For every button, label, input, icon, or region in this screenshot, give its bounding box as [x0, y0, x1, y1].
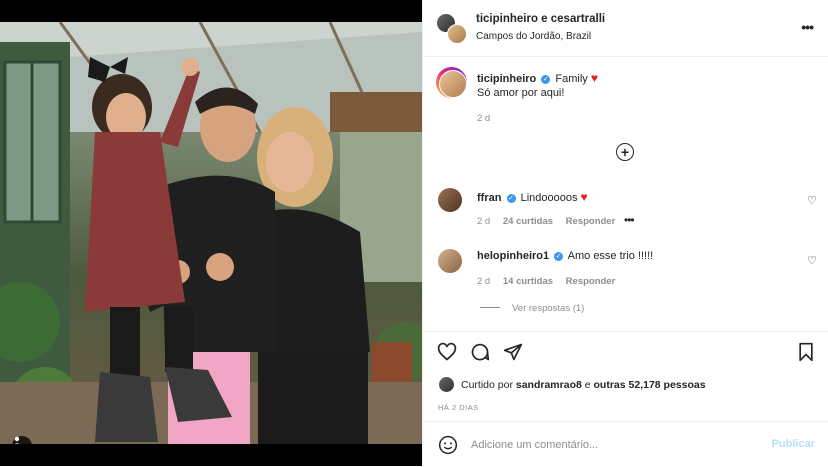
- view-replies-label: Ver respostas (1): [512, 303, 585, 314]
- heart-icon[interactable]: [437, 342, 457, 365]
- caption-text-2: Só amor por aqui!: [477, 87, 565, 99]
- liker-username[interactable]: sandramrao8: [516, 379, 582, 391]
- liker-avatar[interactable]: [439, 377, 454, 392]
- caption-text: Family: [555, 73, 588, 85]
- caption-avatar[interactable]: [438, 69, 467, 98]
- post-photo[interactable]: [0, 22, 422, 444]
- comment-avatar[interactable]: [438, 249, 462, 273]
- caption-username[interactable]: ticipinheiro: [477, 73, 536, 85]
- comment-like-icon[interactable]: ♡: [807, 254, 817, 267]
- comment-time: 2 d: [477, 276, 491, 287]
- comment-like-icon[interactable]: ♡: [807, 194, 817, 207]
- post-media: [0, 0, 422, 466]
- verified-badge-icon: ✓: [541, 75, 551, 84]
- likes-others[interactable]: outras 52,178 pessoas: [594, 379, 706, 391]
- replies-divider: [480, 307, 500, 308]
- likes-prefix: Curtido por: [461, 379, 513, 391]
- comment-meta: 2 d 14 curtidas Responder: [477, 276, 625, 287]
- comment-avatar[interactable]: [438, 188, 462, 212]
- red-heart-icon: ♥: [590, 71, 598, 85]
- post-date: HÁ 2 DIAS: [438, 403, 479, 412]
- more-options-icon[interactable]: •••: [801, 19, 814, 35]
- post-location[interactable]: Campos do Jordão, Brazil: [476, 31, 591, 42]
- likes-summary: Curtido por sandramrao8 e outras 52,178 …: [461, 379, 706, 391]
- comment: ffran ✓ Lindooooos ♥: [477, 190, 588, 204]
- load-more-comments-icon[interactable]: +: [616, 143, 634, 161]
- comment-bar: Publicar: [423, 421, 828, 467]
- comment-meta: 2 d 24 curtidas Responder: [477, 216, 625, 227]
- view-replies-button[interactable]: Ver respostas (1): [480, 303, 584, 314]
- caption-line: ticipinheiro ✓ Family ♥: [477, 71, 598, 85]
- post-comment-button[interactable]: Publicar: [772, 438, 815, 450]
- comment-time: 2 d: [477, 216, 491, 227]
- verified-badge-icon: ✓: [554, 252, 564, 261]
- post-header: ticipinheiro e cesartralli Campos do Jor…: [423, 0, 828, 57]
- comment-text: Amo esse trio !!!!!: [567, 250, 654, 262]
- coauthor-avatar[interactable]: [447, 24, 467, 44]
- comment-likes[interactable]: 14 curtidas: [503, 276, 553, 287]
- comment-more-icon[interactable]: •••: [624, 213, 635, 227]
- caption-timestamp: 2 d: [477, 113, 491, 124]
- comment-likes[interactable]: 24 curtidas: [503, 216, 553, 227]
- comment-icon[interactable]: [470, 342, 490, 365]
- action-bar: Curtido por sandramrao8 e outras 52,178 …: [423, 331, 828, 412]
- comment: helopinheiro1 ✓ Amo esse trio !!!!!: [477, 250, 653, 262]
- likes-middle: e: [584, 379, 591, 391]
- comment-username[interactable]: helopinheiro1: [477, 250, 549, 262]
- comment-username[interactable]: ffran: [477, 192, 501, 204]
- verified-badge-icon: ✓: [506, 194, 516, 203]
- red-heart-icon: ♥: [580, 190, 588, 204]
- comment-input[interactable]: [469, 434, 763, 456]
- comment-text: Lindooooos: [520, 192, 578, 204]
- emoji-icon[interactable]: [438, 435, 458, 458]
- photo-illustration: [0, 22, 422, 444]
- share-icon[interactable]: [503, 342, 523, 365]
- post-authors[interactable]: ticipinheiro e cesartralli: [476, 13, 605, 25]
- reply-button[interactable]: Responder: [566, 276, 616, 287]
- bookmark-icon[interactable]: [797, 342, 815, 365]
- reply-button[interactable]: Responder: [566, 216, 616, 227]
- post-panel: ticipinheiro e cesartralli Campos do Jor…: [422, 0, 828, 466]
